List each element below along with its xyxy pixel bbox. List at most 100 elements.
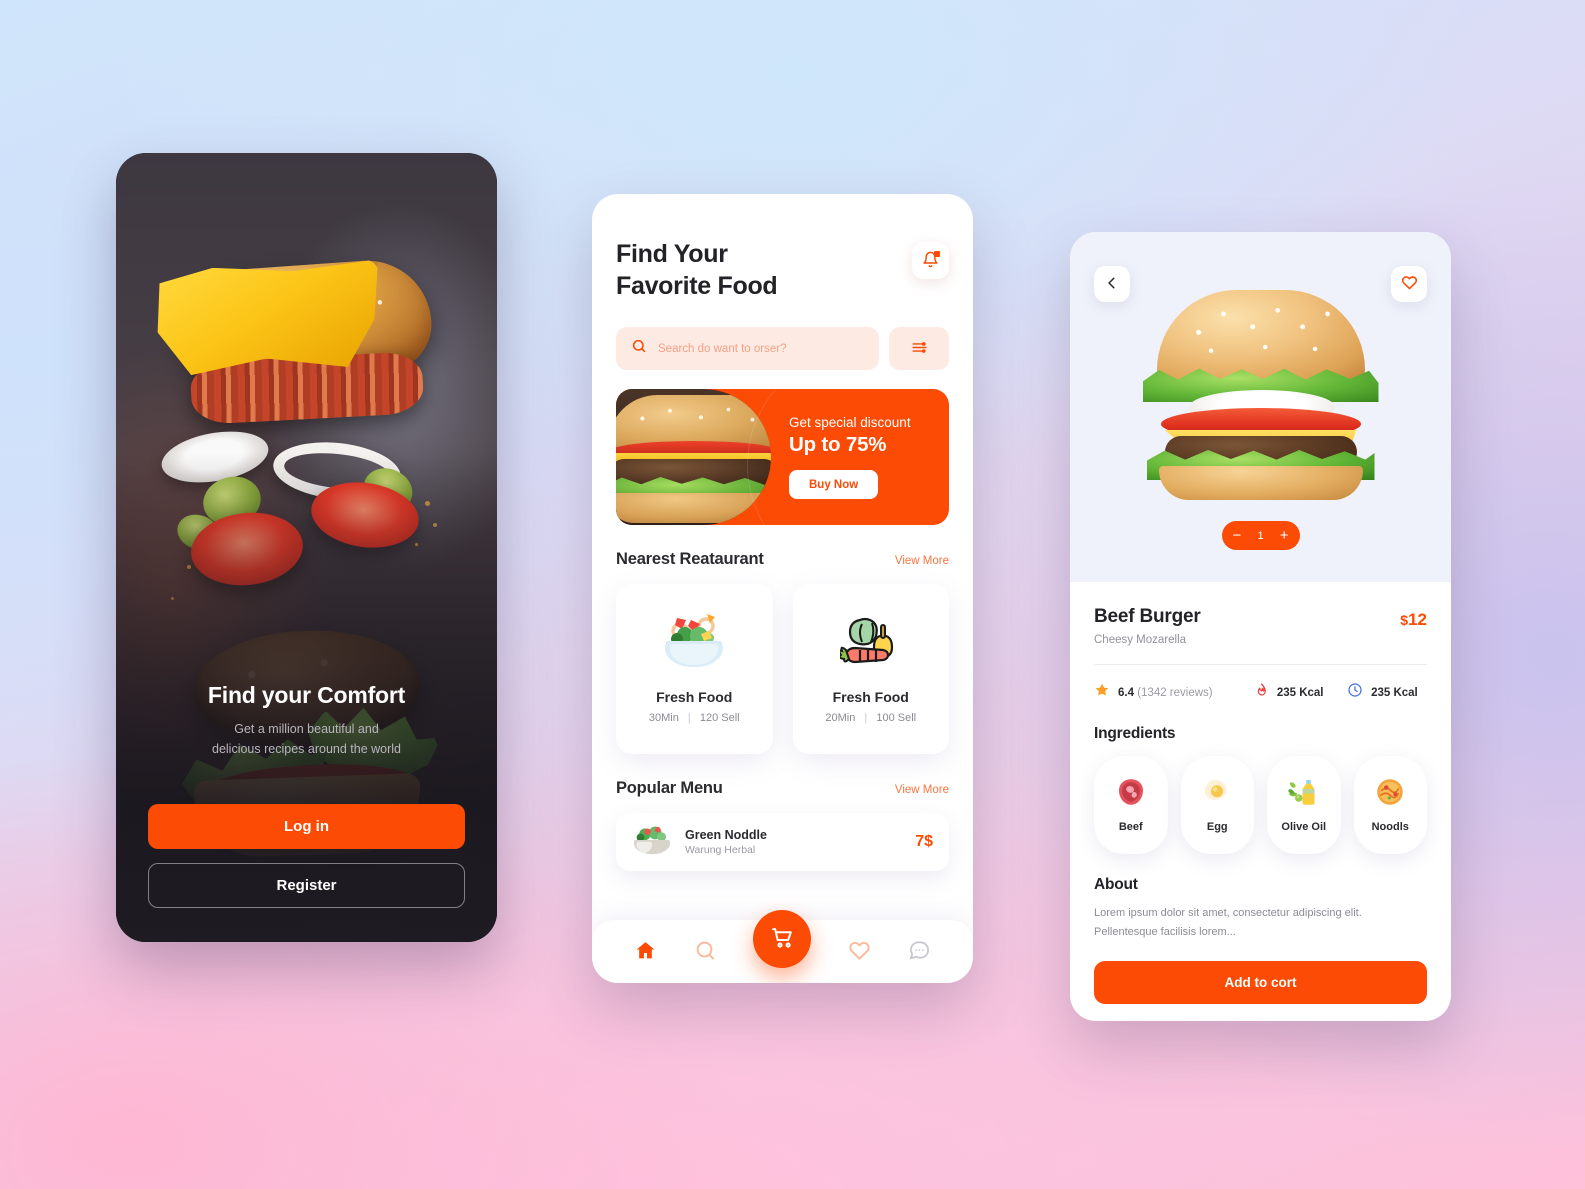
menu-item-vendor: Warung Herbal <box>685 844 756 856</box>
quantity-value: 1 <box>1257 529 1264 542</box>
section-title-popular: Popular Menu <box>616 779 723 797</box>
popular-menu-header: Popular Menu View More <box>616 779 949 798</box>
tab-search[interactable] <box>694 939 717 965</box>
vegetables-icon <box>838 614 902 675</box>
heart-icon <box>848 939 871 965</box>
restaurant-meta: 20Min | 100 Sell <box>825 712 916 724</box>
tab-favorites[interactable] <box>848 939 871 965</box>
notification-button[interactable] <box>912 242 949 279</box>
search-input[interactable] <box>658 342 864 355</box>
salad-bowl-icon <box>663 614 725 675</box>
tab-messages[interactable] <box>908 939 931 965</box>
filter-button[interactable] <box>889 327 949 370</box>
promo-banner-image <box>616 389 771 525</box>
home-scroll-area: Find Your Favorite Food Search do want t… <box>592 194 973 983</box>
view-more-nearest[interactable]: View More <box>895 555 949 567</box>
onboarding-subtitle-line2: delicious recipes around the world <box>212 741 401 756</box>
sliders-icon <box>910 339 929 359</box>
menu-item-text: Green Noddle Warung Herbal <box>685 828 767 856</box>
olive-oil-icon <box>1288 777 1320 812</box>
home-title-line2: Favorite Food <box>616 272 778 300</box>
onboarding-screen: Find your Comfort Get a million beautifu… <box>116 153 497 942</box>
onboarding-subtitle: Get a million beautiful and delicious re… <box>148 720 465 759</box>
rating-text: 6.4 (1342 reviews) <box>1118 687 1213 699</box>
about-text: Lorem ipsum dolor sit amet, consectetur … <box>1094 907 1362 939</box>
ingredient-label: Noodls <box>1371 821 1409 833</box>
meta-separator: | <box>687 712 691 724</box>
notification-badge-dot <box>934 251 940 257</box>
product-title-block: Beef Burger Cheesy Mozarella <box>1094 606 1201 646</box>
cart-icon <box>770 925 795 953</box>
product-detail-body: Beef Burger Cheesy Mozarella $12 6.4 (13… <box>1070 582 1451 1004</box>
quantity-increment-button[interactable]: + <box>1280 528 1289 543</box>
search-box[interactable] <box>616 327 879 370</box>
search-icon <box>694 939 717 965</box>
restaurant-sold: 100 Sell <box>876 712 917 724</box>
search-row <box>616 327 949 370</box>
ingredient-label: Egg <box>1206 821 1228 833</box>
ingredient-card-egg[interactable]: Egg <box>1180 756 1254 854</box>
list-item[interactable]: Green Noddle Warung Herbal 7$ <box>616 813 949 871</box>
product-price: $12 <box>1400 610 1427 630</box>
restaurant-name: Fresh Food <box>656 689 733 705</box>
buy-now-button[interactable]: Buy Now <box>789 470 879 499</box>
promo-banner[interactable]: Get special discount Up to 75% Buy Now <box>616 389 949 525</box>
ingredient-card-noodls[interactable]: Noodls <box>1353 756 1427 854</box>
product-name: Beef Burger <box>1094 606 1201 627</box>
favorite-button[interactable] <box>1391 266 1427 302</box>
restaurant-time: 20Min <box>825 712 856 724</box>
stat-calories: 235 Kcal <box>1254 682 1347 703</box>
section-title-nearest: Nearest Reataurant <box>616 550 764 568</box>
product-detail-screen: − 1 + Beef Burger Cheesy Mozarella $12 6… <box>1070 232 1451 1021</box>
home-header: Find Your Favorite Food <box>616 238 949 302</box>
add-to-cart-button[interactable]: Add to cort <box>1094 960 1427 1004</box>
promo-headline: Up to 75% <box>789 433 887 456</box>
salad-bowl-icon <box>632 824 672 861</box>
product-hero: − 1 + <box>1070 232 1451 582</box>
restaurant-card-list: Fresh Food 30Min | 120 Sell Fresh Food 2… <box>616 584 949 754</box>
stat-rating: 6.4 (1342 reviews) <box>1094 682 1254 703</box>
restaurant-card[interactable]: Fresh Food 20Min | 100 Sell <box>792 584 949 754</box>
promo-eyebrow: Get special discount <box>789 415 911 430</box>
home-screen: Find Your Favorite Food Search do want t… <box>592 194 973 983</box>
tab-cart[interactable] <box>753 909 812 968</box>
nearest-restaurant-header: Nearest Reataurant View More <box>616 550 949 569</box>
ingredient-card-olive-oil[interactable]: Olive Oil <box>1267 756 1341 854</box>
home-icon <box>634 939 657 965</box>
rating-reviews: (1342 reviews) <box>1137 686 1213 699</box>
promo-banner-text: Get special discount Up to 75% Buy Now <box>771 389 949 525</box>
mockup-stage: Find your Comfort Get a million beautifu… <box>0 0 1585 1189</box>
tab-home[interactable] <box>634 939 657 965</box>
egg-icon <box>1202 777 1232 812</box>
ingredient-label: Olive Oil <box>1281 821 1327 833</box>
calories-text: 235 Kcal <box>1276 686 1324 699</box>
onboarding-content: Find your Comfort Get a million beautifu… <box>116 682 497 942</box>
ingredient-card-beef[interactable]: Beef <box>1094 756 1168 854</box>
chevron-left-icon <box>1105 276 1119 293</box>
page-title: Find your Comfort <box>207 682 406 709</box>
divider <box>1094 664 1427 665</box>
chat-icon <box>908 939 931 965</box>
meta-separator: | <box>864 712 868 724</box>
ingredient-list: Beef Egg Olive Oil Noodls <box>1094 756 1427 854</box>
quantity-stepper[interactable]: − 1 + <box>1221 521 1300 550</box>
flame-icon <box>1254 682 1269 703</box>
login-button[interactable]: Log in <box>148 804 465 849</box>
quantity-decrement-button[interactable]: − <box>1233 528 1242 543</box>
register-button[interactable]: Register <box>148 863 465 908</box>
restaurant-card[interactable]: Fresh Food 30Min | 120 Sell <box>616 584 773 754</box>
back-button[interactable] <box>1094 266 1130 302</box>
rating-value: 6.4 <box>1118 686 1134 699</box>
restaurant-name: Fresh Food <box>832 689 909 705</box>
clock-icon <box>1347 682 1363 703</box>
menu-item-name: Green Noddle <box>685 828 767 842</box>
star-icon <box>1094 682 1110 703</box>
view-more-popular[interactable]: View More <box>895 784 949 796</box>
page-title: Find Your Favorite Food <box>616 238 778 302</box>
price-value: 12 <box>1408 610 1427 629</box>
home-title-line1: Find Your <box>616 240 728 268</box>
bottom-tab-bar <box>592 909 973 983</box>
heart-icon <box>1401 274 1418 294</box>
beef-icon <box>1116 777 1146 812</box>
stat-time: 235 Kcal <box>1347 682 1418 703</box>
